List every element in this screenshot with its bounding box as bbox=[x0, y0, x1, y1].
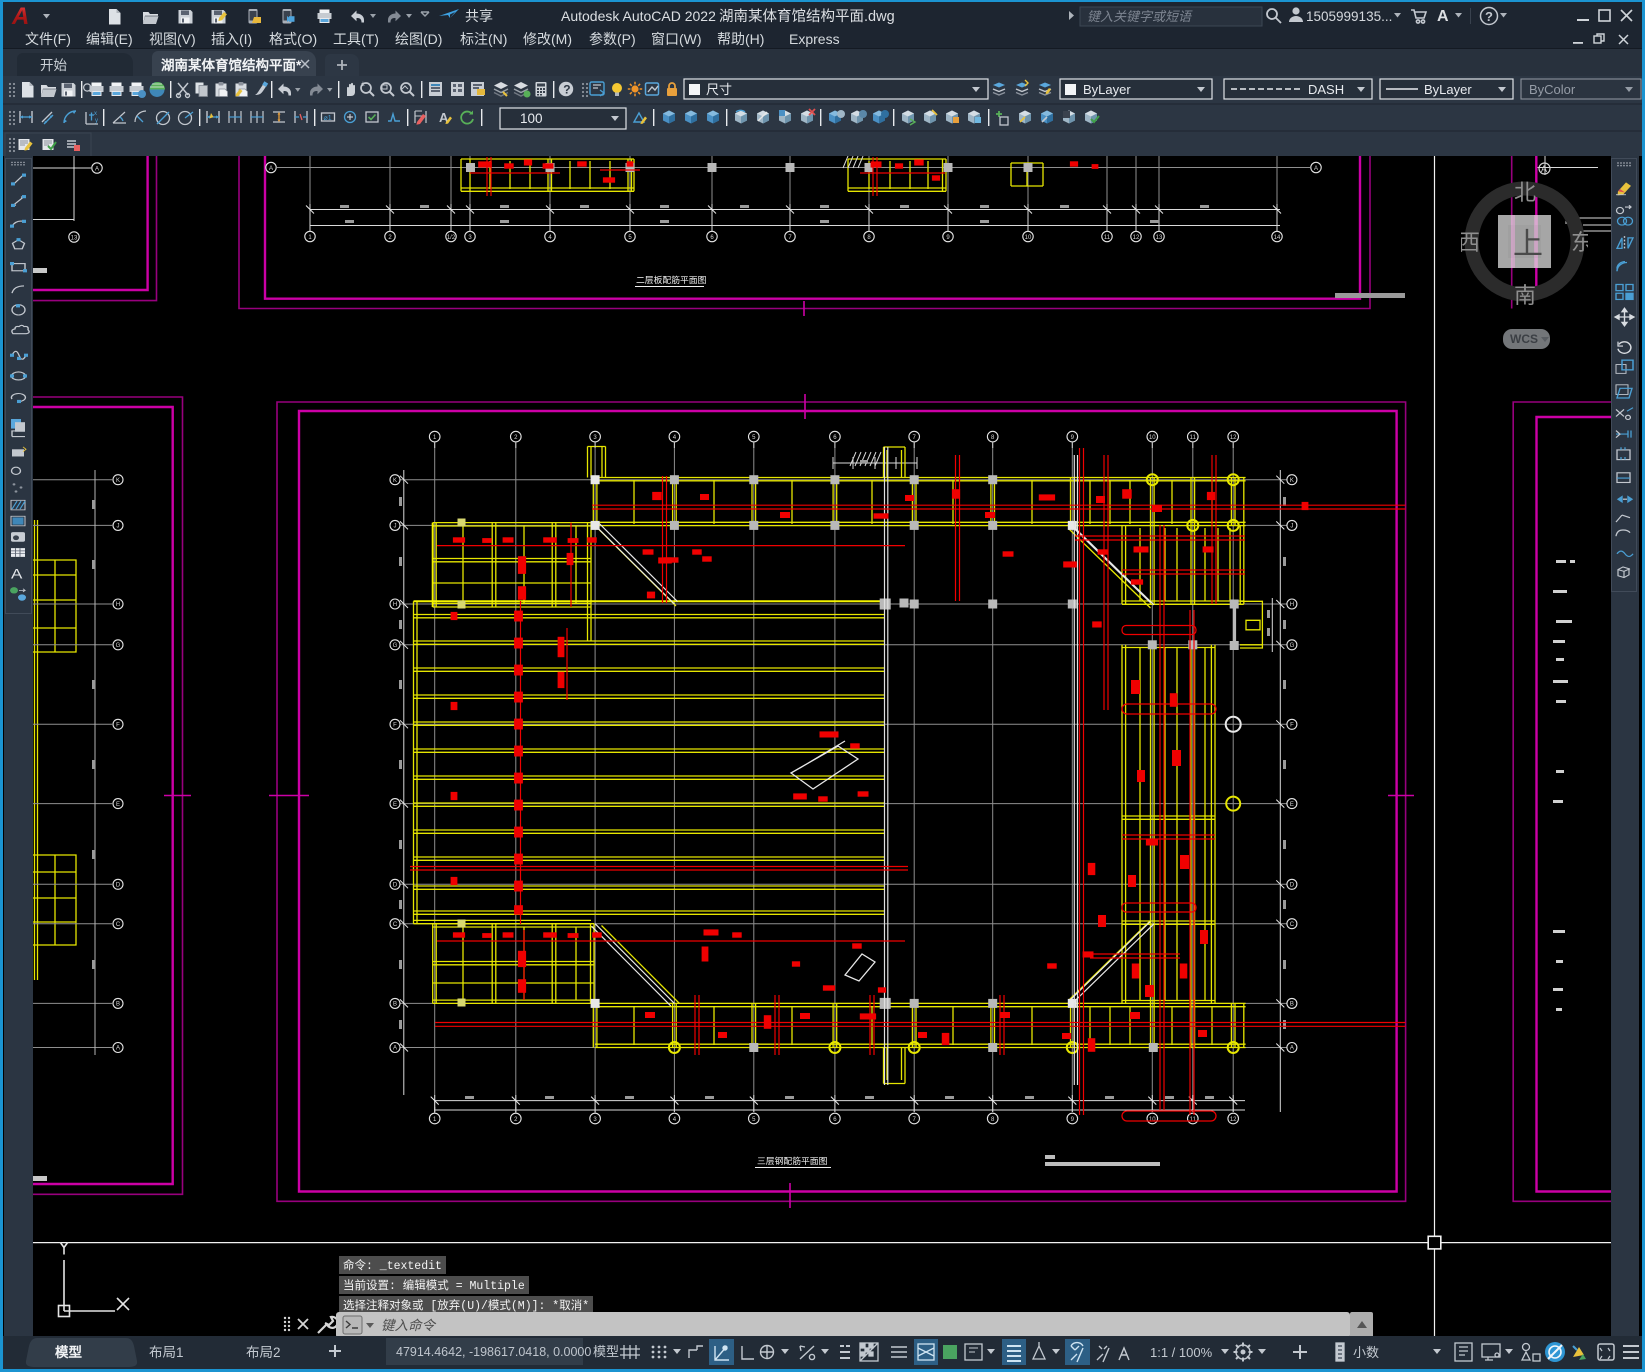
svg-text:J: J bbox=[394, 524, 397, 530]
svg-text:E: E bbox=[393, 802, 397, 808]
svg-text:尺寸: 尺寸 bbox=[706, 82, 732, 97]
svg-text:F: F bbox=[1290, 723, 1294, 729]
svg-text:A: A bbox=[116, 1046, 120, 1052]
svg-text:西: 西 bbox=[1461, 230, 1480, 255]
svg-text:C: C bbox=[393, 922, 398, 928]
svg-text:键入命令: 键入命令 bbox=[381, 1318, 436, 1333]
svg-text:南: 南 bbox=[1514, 283, 1536, 305]
svg-text:ByLayer: ByLayer bbox=[1083, 82, 1131, 97]
svg-text:K: K bbox=[1290, 478, 1294, 484]
svg-text:14: 14 bbox=[1274, 235, 1281, 241]
svg-text:B: B bbox=[116, 1002, 120, 1008]
svg-text:12: 12 bbox=[1230, 435, 1237, 441]
svg-text:A: A bbox=[1314, 166, 1318, 172]
svg-text:C: C bbox=[1290, 922, 1295, 928]
svg-text:A: A bbox=[11, 3, 29, 30]
svg-text:A: A bbox=[393, 1046, 397, 1052]
svg-text:A: A bbox=[1290, 1046, 1294, 1052]
svg-text:共享: 共享 bbox=[465, 8, 493, 24]
svg-text:47914.4642, -198617.0418, 0.00: 47914.4642, -198617.0418, 0.0000 bbox=[396, 1345, 591, 1359]
svg-text:K: K bbox=[393, 478, 397, 484]
svg-text:D: D bbox=[1290, 883, 1295, 889]
svg-text:F: F bbox=[116, 723, 120, 729]
svg-text:J: J bbox=[117, 524, 120, 530]
svg-text:ByLayer: ByLayer bbox=[1424, 82, 1472, 97]
svg-text:F: F bbox=[393, 723, 397, 729]
svg-text:10: 10 bbox=[1149, 1117, 1156, 1123]
svg-text:北: 北 bbox=[1514, 180, 1536, 205]
svg-text:Autodesk AutoCAD 2022: Autodesk AutoCAD 2022 bbox=[561, 8, 716, 24]
svg-text:G: G bbox=[116, 643, 121, 649]
svg-text:A: A bbox=[1437, 8, 1449, 25]
svg-text:布局1: 布局1 bbox=[149, 1345, 184, 1360]
svg-text:1/2: 1/2 bbox=[447, 235, 456, 241]
svg-text:模型: 模型 bbox=[55, 1344, 82, 1360]
svg-text:二层板配筋平面图: 二层板配筋平面图 bbox=[636, 274, 707, 285]
svg-text:H: H bbox=[393, 602, 397, 608]
svg-text:上: 上 bbox=[1513, 228, 1543, 261]
svg-text:ByColor: ByColor bbox=[1529, 82, 1576, 97]
svg-text:11: 11 bbox=[1104, 235, 1111, 241]
svg-text:模型: 模型 bbox=[593, 1344, 619, 1359]
svg-text:A: A bbox=[11, 567, 23, 582]
svg-text:10: 10 bbox=[1149, 435, 1156, 441]
svg-text:E: E bbox=[116, 802, 120, 808]
svg-text:DASH: DASH bbox=[1308, 82, 1344, 97]
svg-text:键入关键字或短语: 键入关键字或短语 bbox=[1087, 9, 1193, 24]
svg-text:B: B bbox=[393, 1002, 397, 1008]
svg-text:A: A bbox=[95, 167, 99, 173]
svg-text:B: B bbox=[1290, 1002, 1294, 1008]
svg-text:11: 11 bbox=[1190, 435, 1197, 441]
svg-text:G: G bbox=[393, 643, 398, 649]
svg-text:1505999135...: 1505999135... bbox=[1306, 9, 1392, 24]
svg-text:?: ? bbox=[1485, 9, 1493, 24]
svg-text:D: D bbox=[393, 883, 398, 889]
svg-text:12: 12 bbox=[1230, 1117, 1237, 1123]
svg-text:D: D bbox=[116, 883, 121, 889]
svg-text:12: 12 bbox=[1133, 235, 1140, 241]
svg-text:小数: 小数 bbox=[1353, 1345, 1379, 1360]
svg-text:13: 13 bbox=[1156, 235, 1163, 241]
svg-text:10: 10 bbox=[1025, 235, 1032, 241]
svg-text:湖南某体育馆结构平面.dwg: 湖南某体育馆结构平面.dwg bbox=[719, 8, 895, 25]
svg-text:13: 13 bbox=[71, 236, 78, 242]
svg-text:H: H bbox=[1290, 602, 1294, 608]
svg-text:K: K bbox=[116, 478, 120, 484]
svg-text:11: 11 bbox=[1190, 1117, 1197, 1123]
svg-text:G: G bbox=[1290, 643, 1295, 649]
svg-text:东: 东 bbox=[1571, 230, 1588, 255]
svg-text:E: E bbox=[1290, 802, 1294, 808]
svg-text:C: C bbox=[116, 922, 121, 928]
svg-text:J: J bbox=[1290, 524, 1293, 530]
svg-text:1:1 / 100%: 1:1 / 100% bbox=[1150, 1345, 1213, 1360]
svg-text:100: 100 bbox=[520, 111, 543, 126]
svg-text:三层钢配筋平面图: 三层钢配筋平面图 bbox=[757, 1155, 828, 1166]
svg-text:A: A bbox=[1541, 164, 1547, 174]
svg-text:±: ± bbox=[361, 81, 365, 88]
svg-text:H: H bbox=[116, 602, 120, 608]
svg-text:A: A bbox=[269, 166, 273, 172]
svg-text:布局2: 布局2 bbox=[246, 1345, 281, 1360]
